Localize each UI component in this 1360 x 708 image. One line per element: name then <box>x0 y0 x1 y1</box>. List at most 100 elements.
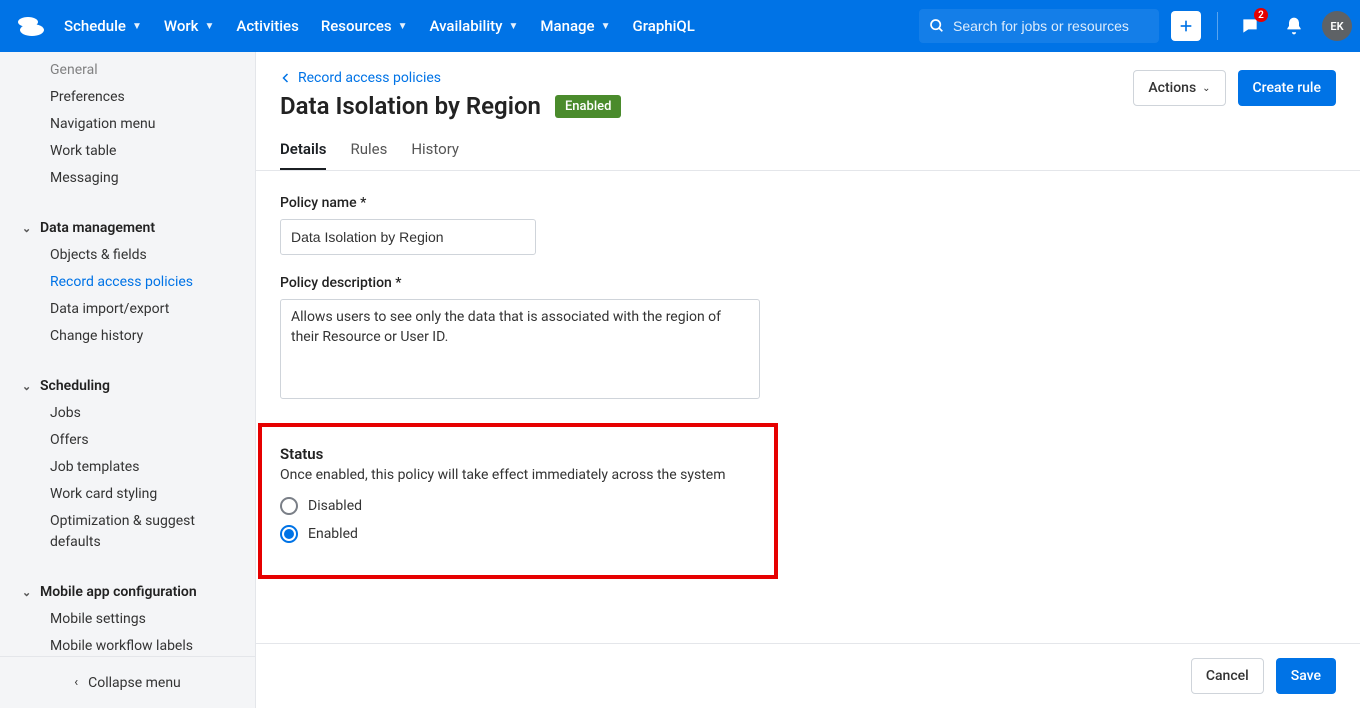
sidebar: General Preferences Navigation menu Work… <box>0 52 256 708</box>
chevron-down-icon: ▼ <box>132 21 142 32</box>
sidebar-group-data-management[interactable]: ⌄ Data management <box>0 210 255 242</box>
nav-label: Resources <box>321 17 392 35</box>
bell-icon <box>1284 16 1304 36</box>
sidebar-item[interactable]: Messaging <box>0 165 255 192</box>
chevron-down-icon: ▼ <box>509 21 519 32</box>
policy-name-label: Policy name * <box>280 195 1336 211</box>
sidebar-item-job-templates[interactable]: Job templates <box>0 454 255 481</box>
chat-button[interactable]: 2 <box>1234 10 1266 42</box>
nav-label: GraphiQL <box>633 17 695 35</box>
sidebar-item-mobile-settings[interactable]: Mobile settings <box>0 606 255 633</box>
sidebar-item-optimization[interactable]: Optimization & suggest defaults <box>0 508 255 556</box>
search-wrap[interactable] <box>919 9 1159 43</box>
sidebar-item-objects-fields[interactable]: Objects & fields <box>0 242 255 269</box>
cancel-button[interactable]: Cancel <box>1191 658 1264 694</box>
chevron-down-icon: ▼ <box>204 21 214 32</box>
add-button[interactable] <box>1171 11 1201 41</box>
save-button[interactable]: Save <box>1276 658 1336 694</box>
sidebar-item-record-access-policies[interactable]: Record access policies <box>0 269 255 296</box>
collapse-menu-button[interactable]: ‹ Collapse menu <box>0 656 255 708</box>
radio-label: Disabled <box>308 498 362 514</box>
chevron-down-icon: ⌄ <box>22 380 32 393</box>
sidebar-group-title: Scheduling <box>40 378 110 394</box>
status-section: Status Once enabled, this policy will ta… <box>258 423 778 579</box>
nav-item-graphiql[interactable]: GraphiQL <box>633 17 695 35</box>
sidebar-item-jobs[interactable]: Jobs <box>0 400 255 427</box>
chevron-down-icon: ▼ <box>601 21 611 32</box>
sidebar-item-work-card-styling[interactable]: Work card styling <box>0 481 255 508</box>
chevron-down-icon: ▼ <box>398 21 408 32</box>
create-rule-button[interactable]: Create rule <box>1238 70 1336 106</box>
actions-dropdown[interactable]: Actions ⌄ <box>1133 70 1225 106</box>
create-rule-label: Create rule <box>1253 80 1321 96</box>
divider <box>1217 12 1218 40</box>
search-input[interactable] <box>953 18 1149 34</box>
radio-icon <box>280 525 298 543</box>
policy-name-input[interactable] <box>280 219 536 255</box>
radio-label: Enabled <box>308 526 358 542</box>
nav-item-work[interactable]: Work ▼ <box>164 17 215 35</box>
chevron-down-icon: ⌄ <box>22 586 32 599</box>
nav-label: Availability <box>430 17 503 35</box>
sidebar-item[interactable]: Preferences <box>0 84 255 111</box>
sidebar-group-title: Data management <box>40 220 155 236</box>
tab-history[interactable]: History <box>411 140 459 170</box>
main: Record access policies Data Isolation by… <box>256 52 1360 708</box>
topnav-right: 2 EK <box>919 9 1352 43</box>
chevron-left-icon <box>280 72 292 84</box>
sidebar-item-data-import-export[interactable]: Data import/export <box>0 296 255 323</box>
chat-badge: 2 <box>1254 8 1268 22</box>
search-icon <box>929 18 945 34</box>
chevron-left-icon: ‹ <box>74 675 78 690</box>
breadcrumb[interactable]: Record access policies <box>280 70 621 86</box>
sidebar-group-scheduling[interactable]: ⌄ Scheduling <box>0 368 255 400</box>
radio-icon <box>280 497 298 515</box>
policy-description-input[interactable] <box>280 299 760 399</box>
page-title: Data Isolation by Region <box>280 92 541 120</box>
sidebar-item[interactable]: Navigation menu <box>0 111 255 138</box>
tab-details[interactable]: Details <box>280 140 326 170</box>
nav-item-manage[interactable]: Manage ▼ <box>540 17 610 35</box>
sidebar-group-mobile-app[interactable]: ⌄ Mobile app configuration <box>0 574 255 606</box>
nav-label: Schedule <box>64 17 126 35</box>
form-area: Policy name * Policy description * Statu… <box>256 171 1360 643</box>
nav-item-activities[interactable]: Activities <box>236 17 298 35</box>
nav-item-resources[interactable]: Resources ▼ <box>321 17 408 35</box>
topnav: Schedule ▼ Work ▼ Activities Resources ▼… <box>0 0 1360 52</box>
sidebar-item[interactable]: Work table <box>0 138 255 165</box>
status-heading: Status <box>280 445 756 463</box>
notifications-button[interactable] <box>1278 10 1310 42</box>
status-badge: Enabled <box>555 95 622 118</box>
avatar[interactable]: EK <box>1322 11 1352 41</box>
cancel-label: Cancel <box>1206 668 1249 684</box>
footer-actions: Cancel Save <box>256 643 1360 708</box>
status-radio-enabled[interactable]: Enabled <box>280 525 756 543</box>
actions-label: Actions <box>1148 80 1196 96</box>
status-hint: Once enabled, this policy will take effe… <box>280 467 756 483</box>
sidebar-item[interactable]: General <box>0 60 255 84</box>
status-radio-disabled[interactable]: Disabled <box>280 497 756 515</box>
nav-item-availability[interactable]: Availability ▼ <box>430 17 519 35</box>
sidebar-item-mobile-workflow-labels[interactable]: Mobile workflow labels <box>0 633 255 656</box>
sidebar-scroll[interactable]: General Preferences Navigation menu Work… <box>0 52 255 656</box>
nav-item-schedule[interactable]: Schedule ▼ <box>64 17 142 35</box>
sidebar-item-offers[interactable]: Offers <box>0 427 255 454</box>
brand-logo[interactable] <box>12 10 48 42</box>
tab-rules[interactable]: Rules <box>350 140 387 170</box>
sidebar-group-title: Mobile app configuration <box>40 584 197 600</box>
nav-label: Work <box>164 17 199 35</box>
policy-description-label: Policy description * <box>280 275 1336 291</box>
nav-label: Activities <box>236 17 298 35</box>
brand-logo-icon <box>16 15 44 37</box>
chevron-down-icon: ⌄ <box>1202 83 1210 94</box>
plus-icon <box>1178 18 1194 34</box>
nav-items: Schedule ▼ Work ▼ Activities Resources ▼… <box>64 17 695 35</box>
page-header: Record access policies Data Isolation by… <box>256 52 1360 120</box>
sidebar-item-change-history[interactable]: Change history <box>0 323 255 350</box>
nav-label: Manage <box>540 17 594 35</box>
tabs: Details Rules History <box>256 120 1360 171</box>
collapse-menu-label: Collapse menu <box>88 675 181 691</box>
save-label: Save <box>1291 668 1321 684</box>
chevron-down-icon: ⌄ <box>22 222 32 235</box>
breadcrumb-label: Record access policies <box>298 70 441 86</box>
